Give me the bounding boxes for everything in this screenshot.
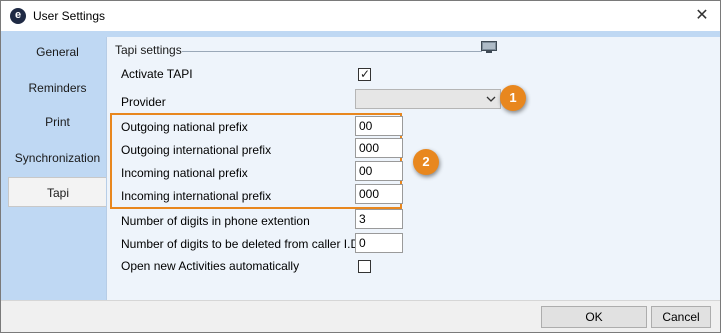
tab-reminders[interactable]: Reminders (8, 73, 107, 103)
user-settings-window: e User Settings ✕ General Reminders Prin… (0, 0, 721, 333)
incoming-national-field[interactable] (355, 161, 403, 181)
activate-tapi-checkbox[interactable]: ✓ (358, 67, 371, 81)
tab-tapi[interactable]: Tapi (8, 177, 107, 207)
activate-tapi-label: Activate TAPI (121, 67, 193, 81)
ok-button[interactable]: OK (541, 306, 647, 328)
provider-select[interactable] (355, 89, 501, 109)
app-logo-icon: e (10, 8, 26, 24)
cancel-button[interactable]: Cancel (651, 306, 711, 328)
digits-extension-label: Number of digits in phone extention (121, 214, 310, 228)
callout-badge-1: 1 (500, 85, 526, 111)
outgoing-national-field[interactable] (355, 116, 403, 136)
open-activities-checkbox[interactable] (358, 260, 371, 273)
callout-badge-2: 2 (413, 149, 439, 175)
tapi-settings-panel: Tapi settings Activate TAPI ✓ Provider O… (106, 37, 720, 300)
tab-strip: General Reminders Print Synchronization … (1, 31, 107, 300)
tab-print[interactable]: Print (8, 107, 107, 137)
digits-extension-field[interactable] (355, 209, 403, 229)
tab-synchronization[interactable]: Synchronization (8, 143, 107, 173)
checkmark-icon: ✓ (360, 67, 371, 81)
incoming-national-label: Incoming national prefix (121, 166, 248, 180)
close-button[interactable]: ✕ (692, 6, 712, 26)
dialog-footer: OK Cancel (1, 300, 720, 332)
monitor-icon (481, 41, 497, 53)
dialog-content: General Reminders Print Synchronization … (1, 31, 720, 300)
group-title: Tapi settings (115, 43, 182, 57)
outgoing-national-label: Outgoing national prefix (121, 120, 248, 134)
provider-label: Provider (121, 95, 166, 109)
group-divider (182, 51, 482, 52)
incoming-international-label: Incoming international prefix (121, 189, 272, 203)
digits-delete-field[interactable] (355, 233, 403, 253)
incoming-international-field[interactable] (355, 184, 403, 204)
chevron-down-icon (486, 96, 496, 102)
outgoing-international-label: Outgoing international prefix (121, 143, 272, 157)
tab-general[interactable]: General (8, 37, 107, 67)
digits-delete-label: Number of digits to be deleted from call… (121, 237, 363, 251)
open-activities-label: Open new Activities automatically (121, 259, 300, 273)
title-bar: e User Settings ✕ (1, 1, 720, 31)
outgoing-international-field[interactable] (355, 138, 403, 158)
window-title: User Settings (33, 9, 106, 23)
